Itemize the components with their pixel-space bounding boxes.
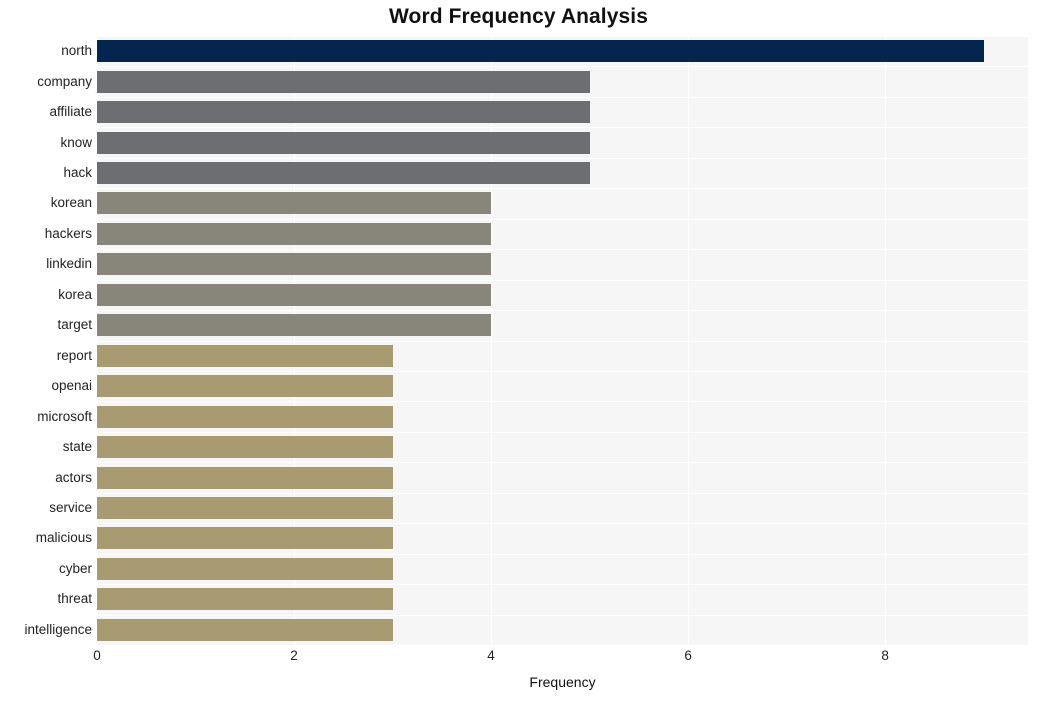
y-tick-label-service: service [49,499,92,515]
bar-cyber [97,557,393,580]
gridline-y-8 [97,279,1028,281]
bar-linkedin [97,253,492,276]
y-tick-label-hackers: hackers [44,225,92,241]
bar-threat [97,588,393,611]
gridline-y-15 [97,492,1028,494]
x-tick-label-0: 0 [93,648,101,663]
bar-service [97,496,393,519]
y-tick-label-openai: openai [51,378,92,394]
y-tick-label-state: state [62,439,92,455]
chart-title: Word Frequency Analysis [388,5,649,28]
gridline-y-0 [97,36,1028,37]
y-tick-label-linkedin: linkedin [46,256,92,272]
y-tick-label-target: target [57,317,92,333]
y-tick-label-report: report [56,347,92,363]
bar-target [97,314,492,337]
y-tick-label-cyber: cyber [58,560,92,576]
y-axis-tick-labels: north company affiliate know hack korean hacke… [0,36,92,645]
bar-north [97,40,984,63]
x-axis-tick-labels: 0 2 4 6 8 [93,648,1028,670]
gridline-y-6 [97,218,1028,220]
bar-company [97,70,590,93]
gridline-y-1 [97,66,1028,68]
gridline-y-13 [97,431,1028,433]
bar-korea [97,283,492,306]
gridline-y-9 [97,310,1028,312]
bar-state [97,436,393,459]
gridline-y-7 [97,249,1028,251]
y-tick-label-korean: korean [50,195,92,211]
y-tick-label-intelligence: intelligence [24,621,92,637]
y-tick-label-north: north [61,43,92,59]
plot-area [97,36,1028,645]
gridline-y-11 [97,370,1028,372]
bar-know [97,131,590,154]
y-tick-label-malicious: malicious [35,530,92,546]
bar-affiliate [97,101,590,124]
bar-microsoft [97,405,393,428]
gridline-y-2 [97,96,1028,98]
gridline-y-18 [97,584,1028,586]
x-tick-label-8: 8 [881,648,889,663]
gridline-y-5 [97,188,1028,190]
word-frequency-chart: Word Frequency Analysis north company affi… [0,0,1037,701]
y-tick-label-microsoft: microsoft [37,408,92,424]
bar-hackers [97,222,492,245]
x-tick-label-4: 4 [487,648,495,663]
y-tick-label-threat: threat [57,591,92,607]
bar-malicious [97,527,393,550]
gridline-y-14 [97,462,1028,464]
bar-actors [97,466,393,489]
gridline-y-16 [97,523,1028,525]
y-tick-label-hack: hack [63,165,92,181]
gridline-y-3 [97,127,1028,129]
gridline-y-17 [97,553,1028,555]
y-tick-label-actors: actors [55,469,92,485]
y-tick-label-company: company [37,73,92,89]
x-axis-label: Frequency [529,674,596,690]
x-tick-label-6: 6 [684,648,692,663]
bar-openai [97,375,393,398]
y-tick-label-affiliate: affiliate [49,104,92,120]
gridline-y-10 [97,340,1028,342]
y-tick-label-korea: korea [58,286,92,302]
x-tick-label-2: 2 [290,648,298,663]
bar-hack [97,162,590,185]
gridline-y-12 [97,401,1028,403]
y-tick-label-know: know [60,134,92,150]
bar-korean [97,192,492,215]
gridline-y-19 [97,614,1028,616]
bar-report [97,344,393,367]
bar-intelligence [97,618,393,641]
gridline-y-4 [97,157,1028,159]
